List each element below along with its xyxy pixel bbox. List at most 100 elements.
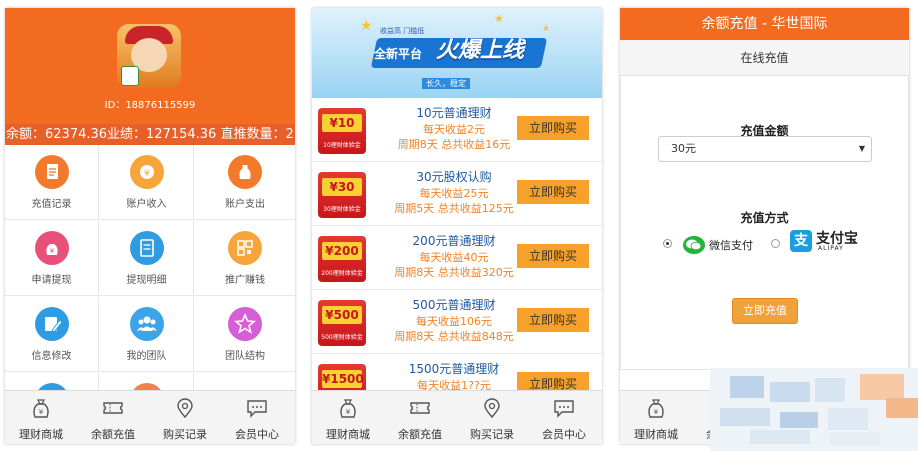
recharge-submit-button[interactable]: 立即充值	[732, 298, 798, 324]
grid-label: 提现明细	[126, 275, 167, 286]
voucher-amount: ¥1500	[322, 370, 364, 388]
buy-now-button[interactable]: 立即购买	[517, 244, 589, 268]
amount-select[interactable]: 30元 ▼	[658, 136, 872, 162]
star-icon	[228, 307, 262, 341]
tab-finance-mall[interactable]: ¥ 理财商城	[312, 391, 384, 444]
product-total-yield: 周期5天 总共收益125元	[394, 202, 514, 215]
tab-purchase-records[interactable]: 购买记录	[149, 391, 221, 444]
grid-item-edit-info[interactable]: 信息修改	[5, 297, 99, 372]
grid-item-account-income[interactable]: ¥ 账户收入	[100, 145, 194, 220]
avatar[interactable]	[117, 24, 181, 88]
product-item: ¥200 200理财体验金 200元普通理财 每天收益40元 周期8天 总共收益…	[312, 226, 602, 290]
location-pin-icon	[177, 398, 193, 419]
grid-item-my-team[interactable]: 我的团队	[100, 297, 194, 372]
list-icon	[130, 231, 164, 265]
banner-platform: 全新平台	[374, 47, 423, 61]
voucher-amount: ¥200	[322, 242, 362, 260]
grid-label: 我的团队	[126, 351, 167, 362]
buy-now-button[interactable]: 立即购买	[517, 308, 589, 332]
grid-label: 账户支出	[225, 199, 265, 210]
product-name: 30元股权认购	[416, 170, 492, 184]
svg-text:¥: ¥	[654, 408, 659, 416]
tab-label: 余额充值	[91, 428, 135, 441]
tab-label: 会员中心	[542, 428, 586, 441]
withdraw-icon: ¥	[35, 231, 69, 265]
location-pin-icon	[484, 398, 500, 419]
tab-label: 理财商城	[19, 428, 63, 441]
product-item: ¥10 10理财体验金 10元普通理财 每天收益2元 周期8天 总共收益16元 …	[312, 98, 602, 162]
banner-slogan: 长久，稳定	[422, 78, 470, 89]
tab-finance-mall[interactable]: ¥ 理财商城	[5, 391, 77, 444]
wechat-pay-radio[interactable]	[663, 239, 672, 248]
tab-label: 理财商城	[326, 428, 370, 441]
page-title: 余额充值 - 华世国际	[620, 8, 909, 40]
voucher-image: ¥10 10理财体验金	[318, 108, 366, 154]
grid-label: 信息修改	[31, 351, 72, 362]
tab-balance-recharge[interactable]: 余额充值	[384, 391, 456, 444]
grid-item-promote-earn[interactable]: 推广赚钱	[195, 221, 295, 296]
bottom-tab-bar: ¥ 理财商城 余额充值 购买记录 会员中心	[312, 390, 602, 444]
product-name: 200元普通理财	[412, 234, 496, 248]
tab-member-center[interactable]: 会员中心	[528, 391, 600, 444]
tab-label: 购买记录	[470, 428, 514, 441]
product-total-yield: 周期8天 总共收益320元	[394, 266, 514, 279]
section-title: 在线充值	[620, 40, 909, 76]
product-name: 500元普通理财	[412, 298, 496, 312]
star-icon: ★	[494, 12, 504, 25]
grid-label: 团队结构	[225, 351, 265, 362]
product-daily-yield: 每天收益106元	[416, 315, 492, 328]
product-name: 10元普通理财	[416, 106, 492, 120]
product-total-yield: 周期8天 总共收益848元	[394, 330, 514, 343]
voucher-amount: ¥10	[322, 114, 362, 132]
tab-purchase-records[interactable]: 购买记录	[456, 391, 528, 444]
product-item: ¥30 30理财体验金 30元股权认购 每天收益25元 周期5天 总共收益125…	[312, 162, 602, 226]
tab-member-center[interactable]: 会员中心	[221, 391, 293, 444]
team-icon	[130, 307, 164, 341]
star-icon: ★	[542, 24, 551, 34]
money-bag-icon: ¥	[340, 399, 356, 418]
banner-headline: 火爆上线	[436, 38, 525, 63]
tab-label: 会员中心	[235, 428, 279, 441]
product-daily-yield: 每天收益2元	[423, 123, 485, 136]
ticket-icon	[410, 402, 430, 414]
grid-item-withdraw-details[interactable]: 提现明细	[100, 221, 194, 296]
grid-item-apply-withdraw[interactable]: ¥ 申请提现	[5, 221, 99, 296]
payment-method-label: 充值方式	[740, 211, 789, 225]
voucher-amount: ¥500	[322, 306, 362, 324]
grid-label: 申请提现	[31, 275, 72, 286]
product-daily-yield: 每天收益25元	[419, 187, 489, 200]
voucher-caption: 30理财体验金	[323, 206, 361, 213]
grid-label: 充值记录	[31, 199, 72, 210]
alipay-icon: 支	[790, 230, 812, 252]
product-daily-yield: 每天收益40元	[419, 251, 489, 264]
grid-item-account-expense[interactable]: 账户支出	[195, 145, 295, 220]
alipay-radio[interactable]	[771, 239, 780, 248]
star-icon: ★	[360, 18, 373, 34]
product-name: 1500元普通理财	[408, 362, 500, 376]
member-center-screen: ID：18876115599 余额：62374.36业绩：127154.36 直…	[5, 8, 295, 444]
edit-icon	[35, 307, 69, 341]
finance-mall-screen: ★ ★ ★ 收益高 门槛低 全新平台 火爆上线 长久，稳定 ¥10 10理财体验…	[312, 8, 602, 444]
money-bag-icon	[228, 155, 262, 189]
tab-label: 购买记录	[163, 428, 207, 441]
tab-label: 余额充值	[398, 428, 442, 441]
product-item: ¥500 500理财体验金 500元普通理财 每天收益106元 周期8天 总共收…	[312, 290, 602, 354]
banner-tag: 收益高 门槛低	[380, 27, 425, 35]
grid-label: 推广赚钱	[225, 275, 265, 286]
buy-now-button[interactable]: 立即购买	[517, 116, 589, 140]
voucher-image: ¥200 200理财体验金	[318, 236, 366, 282]
promo-banner[interactable]: ★ ★ ★ 收益高 门槛低 全新平台 火爆上线 长久，稳定	[312, 8, 602, 98]
money-bag-icon: ¥	[33, 399, 49, 418]
blurred-overlay	[710, 368, 918, 451]
svg-text:¥: ¥	[144, 169, 150, 179]
grid-label: 账户收入	[126, 199, 167, 210]
chat-icon	[554, 400, 574, 418]
tab-finance-mall[interactable]: ¥ 理财商城	[620, 391, 692, 444]
tab-label: 理财商城	[634, 428, 678, 441]
wechat-pay-label: 微信支付	[709, 239, 753, 252]
tab-balance-recharge[interactable]: 余额充值	[77, 391, 149, 444]
grid-item-team-structure[interactable]: 团队结构	[195, 297, 295, 372]
svg-text:¥: ¥	[346, 408, 351, 416]
grid-item-recharge-records[interactable]: 充值记录	[5, 145, 99, 220]
buy-now-button[interactable]: 立即购买	[517, 180, 589, 204]
